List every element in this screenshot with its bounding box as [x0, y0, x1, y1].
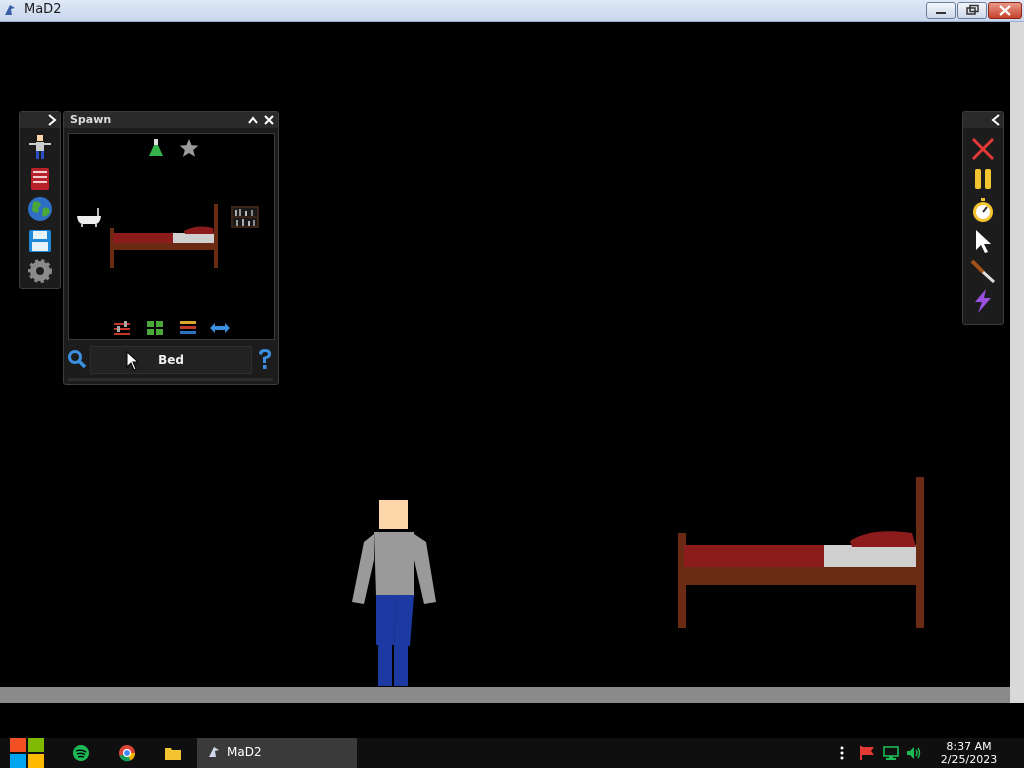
flag-icon[interactable]: [858, 745, 876, 761]
gear-icon[interactable]: [27, 258, 53, 284]
mouse-pointer-icon: [126, 351, 140, 371]
chevron-right-icon[interactable]: [46, 114, 58, 126]
star-icon[interactable]: [179, 138, 199, 158]
close-icon: [999, 5, 1011, 16]
minimize-icon: [936, 12, 946, 14]
clock-date[interactable]: 2/25/2023: [933, 753, 1005, 766]
search-input-value: Bed: [158, 353, 184, 367]
taskbar-app-label: MaD2: [227, 745, 262, 759]
help-icon[interactable]: [256, 347, 274, 371]
delete-x-icon[interactable]: [970, 136, 996, 162]
right-toolbar: [962, 111, 1004, 325]
spotify-icon[interactable]: [72, 744, 90, 762]
taskbar-app-mad2[interactable]: MaD2: [197, 738, 357, 768]
left-toolbar: [19, 111, 61, 289]
book-icon[interactable]: [27, 166, 53, 192]
stopwatch-icon[interactable]: [970, 197, 996, 223]
globe-icon[interactable]: [27, 196, 53, 222]
more-icon[interactable]: [838, 745, 846, 761]
search-input[interactable]: Bed: [90, 346, 252, 374]
spawn-item-bathtub[interactable]: [75, 206, 103, 228]
bed[interactable]: [676, 475, 926, 631]
spawn-panel: Spawn Bed: [63, 111, 279, 385]
lightning-icon[interactable]: [970, 288, 996, 314]
network-icon[interactable]: [882, 745, 900, 761]
file-explorer-icon[interactable]: [164, 745, 182, 761]
spawn-panel-header[interactable]: Spawn: [64, 112, 278, 128]
knife-icon[interactable]: [970, 258, 996, 284]
spawn-panel-title: Spawn: [70, 113, 112, 126]
list-icon[interactable]: [179, 320, 197, 336]
sliders-icon[interactable]: [113, 320, 131, 336]
search-icon[interactable]: [67, 349, 87, 369]
close-icon[interactable]: [263, 114, 275, 126]
scroll-track[interactable]: [68, 378, 273, 381]
chevron-left-icon[interactable]: [990, 114, 1002, 126]
flask-icon[interactable]: [147, 138, 165, 158]
spawn-item-grid: [68, 133, 275, 340]
close-button[interactable]: [988, 2, 1022, 19]
save-icon[interactable]: [27, 228, 53, 254]
collapse-icon[interactable]: [247, 114, 259, 126]
cursor-icon[interactable]: [970, 228, 996, 254]
below-floor: [0, 703, 1024, 738]
mad2-app-icon: [209, 747, 219, 757]
restore-button[interactable]: [957, 2, 987, 19]
floor: [0, 687, 1010, 703]
clock-time[interactable]: 8:37 AM: [933, 740, 1005, 753]
windows-start-icon[interactable]: [10, 738, 44, 768]
human-ragdoll[interactable]: [350, 498, 440, 688]
window-title: MaD2: [24, 2, 62, 17]
grid-icon[interactable]: [146, 320, 164, 336]
volume-icon[interactable]: [905, 745, 923, 761]
chrome-icon[interactable]: [118, 744, 136, 762]
window-border: [1010, 22, 1024, 703]
spawn-item-bookshelf[interactable]: [231, 206, 259, 228]
spawn-item-bed[interactable]: [109, 202, 221, 270]
swap-arrows-icon[interactable]: [209, 320, 231, 336]
mad2-app-icon: [5, 5, 15, 15]
restore-icon: [966, 4, 979, 15]
ragdoll-icon[interactable]: [27, 134, 53, 160]
window-titlebar[interactable]: MaD2: [0, 0, 1024, 22]
pause-icon[interactable]: [970, 166, 996, 192]
minimize-button[interactable]: [926, 2, 956, 19]
